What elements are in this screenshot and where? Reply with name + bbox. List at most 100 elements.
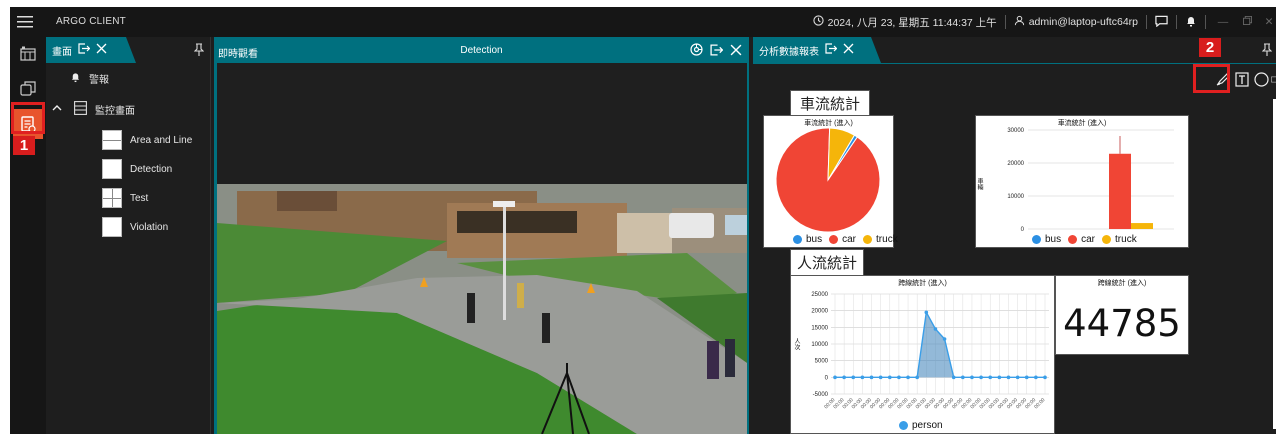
line-point [851, 375, 856, 380]
vehicle-pie-chart: 車流統計 (進入) bus car truck [763, 115, 898, 248]
bar-tick-label: 20000 [1007, 161, 1024, 167]
monitor-screens-group[interactable]: 監控畫面 [52, 101, 135, 118]
legend-person: person [912, 420, 943, 431]
close-icon[interactable] [96, 43, 107, 57]
bar-truck [1131, 223, 1153, 229]
circle-tool-icon[interactable] [1253, 71, 1269, 87]
bar-tick-label: 10000 [1007, 194, 1024, 200]
counter-value: 44785 [1063, 302, 1181, 345]
datetime-text: 2024, 八月 23, 星期五 11:44:37 上午 [827, 16, 997, 29]
screens-panel: 畫面 警報 監控畫面 Area and Line Detection Test … [46, 37, 211, 434]
close-window-icon[interactable]: ✕ [1262, 16, 1276, 28]
line-point [951, 375, 956, 380]
annotation-label-1: 1 [13, 136, 35, 155]
bar-car [1109, 153, 1131, 229]
line-chart-plot: -5000050001000015000200002500000:0000:00… [811, 292, 1049, 410]
single-view-icon [102, 217, 122, 237]
line-area [835, 312, 1045, 378]
pin-icon[interactable] [193, 43, 205, 61]
line-point [979, 375, 983, 380]
live-view-panel: 即時觀看 Detection [214, 37, 749, 434]
legend-car-marker [829, 235, 839, 244]
line-point [1015, 375, 1020, 380]
layout-icon[interactable] [13, 39, 43, 69]
people-counter-card: 跨線統計 (進入) 44785 [1055, 275, 1189, 355]
line-point [942, 337, 947, 341]
popout-icon[interactable] [710, 44, 724, 59]
bar-chart-plot: 0 10000 20000 30000 [1007, 128, 1174, 233]
screen-item-area-and-line[interactable]: Area and Line [102, 130, 192, 150]
restore-icon[interactable] [1238, 16, 1256, 28]
line-point [933, 327, 938, 331]
line-point [1034, 375, 1038, 380]
title-bar-status: 2024, 八月 23, 星期五 11:44:37 上午 admin@lapto… [812, 7, 1276, 37]
line-point [915, 375, 919, 380]
app-window: ARGO CLIENT 2024, 八月 23, 星期五 11:44:37 上午… [10, 7, 1276, 434]
windows-icon[interactable] [13, 73, 43, 103]
tab-screens-label: 畫面 [52, 46, 72, 58]
vehicle-section-title: 車流統計 [790, 90, 870, 117]
alarm-label: 警報 [89, 75, 109, 86]
popout-icon[interactable] [825, 43, 837, 57]
legend-truck: truck [876, 234, 898, 245]
bar-chart-ylabel: 車輛 [976, 178, 982, 190]
tab-screens[interactable]: 畫面 [46, 37, 136, 63]
ptz-icon[interactable] [690, 43, 703, 59]
legend-truck-marker [1102, 235, 1112, 244]
legend-bus: bus [806, 234, 823, 245]
line-tick-label: 0 [825, 375, 829, 381]
close-icon[interactable] [843, 43, 854, 57]
line-point [988, 375, 993, 380]
line-point [860, 375, 865, 380]
camera-scene-image [217, 63, 747, 434]
list-icon [74, 101, 87, 118]
screen-item-detection[interactable]: Detection [102, 159, 172, 179]
line-point [887, 375, 892, 380]
close-icon[interactable] [730, 44, 742, 59]
line-tick-label: 10000 [811, 342, 828, 348]
line-chart-ylabel: 人次 [793, 338, 799, 350]
screen-item-test[interactable]: Test [102, 188, 148, 208]
legend-truck-marker [863, 235, 873, 244]
title-bar: ARGO CLIENT 2024, 八月 23, 星期五 11:44:37 上午… [10, 7, 1276, 37]
line-tick-label: 5000 [815, 359, 829, 365]
pie-chart-plot [775, 127, 881, 233]
pin-icon[interactable] [1261, 43, 1273, 61]
legend-car: car [842, 234, 857, 245]
bar-legend: bus car truck [1032, 234, 1137, 245]
bar-tick-label: 30000 [1007, 128, 1024, 134]
line-tick-label: 20000 [811, 309, 828, 315]
minimize-icon[interactable]: — [1214, 16, 1232, 28]
message-icon[interactable] [1155, 15, 1168, 30]
line-point [842, 375, 846, 380]
legend-bus: bus [1045, 234, 1062, 245]
line-point [906, 375, 910, 380]
app-title: ARGO CLIENT [56, 16, 126, 27]
monitor-screens-label: 監控畫面 [95, 106, 135, 117]
user-name[interactable]: admin@laptop-uftc64rp [1029, 16, 1138, 28]
alarm-item[interactable]: 警報 [70, 71, 109, 86]
pie-legend: bus car truck [793, 234, 898, 245]
rectangle-tool-icon[interactable] [1271, 71, 1276, 87]
highlight-box-1 [11, 102, 45, 134]
user-icon [1014, 15, 1025, 29]
chevron-up-icon[interactable] [52, 104, 62, 115]
camera-video-feed[interactable] [217, 63, 747, 434]
line-point [1024, 375, 1029, 380]
popout-icon[interactable] [78, 43, 90, 57]
people-section-title: 人流統計 [790, 249, 864, 276]
counter-title: 跨線統計 (進入) [1097, 280, 1147, 287]
bar-tick-label: 0 [1021, 227, 1025, 233]
line-point [1006, 375, 1011, 380]
legend-truck: truck [1115, 234, 1137, 245]
legend-bus-marker [1032, 235, 1041, 244]
bell-icon[interactable] [1185, 15, 1197, 30]
hamburger-menu-icon[interactable] [10, 7, 40, 37]
clock-icon [812, 15, 824, 29]
tab-report[interactable]: 分析數據報表 [753, 37, 881, 63]
screen-label: Test [130, 192, 149, 204]
screen-label: Area and Line [130, 134, 193, 146]
screen-item-violation[interactable]: Violation [102, 217, 168, 237]
text-tool-icon[interactable] [1234, 71, 1250, 87]
line-point [924, 310, 929, 315]
